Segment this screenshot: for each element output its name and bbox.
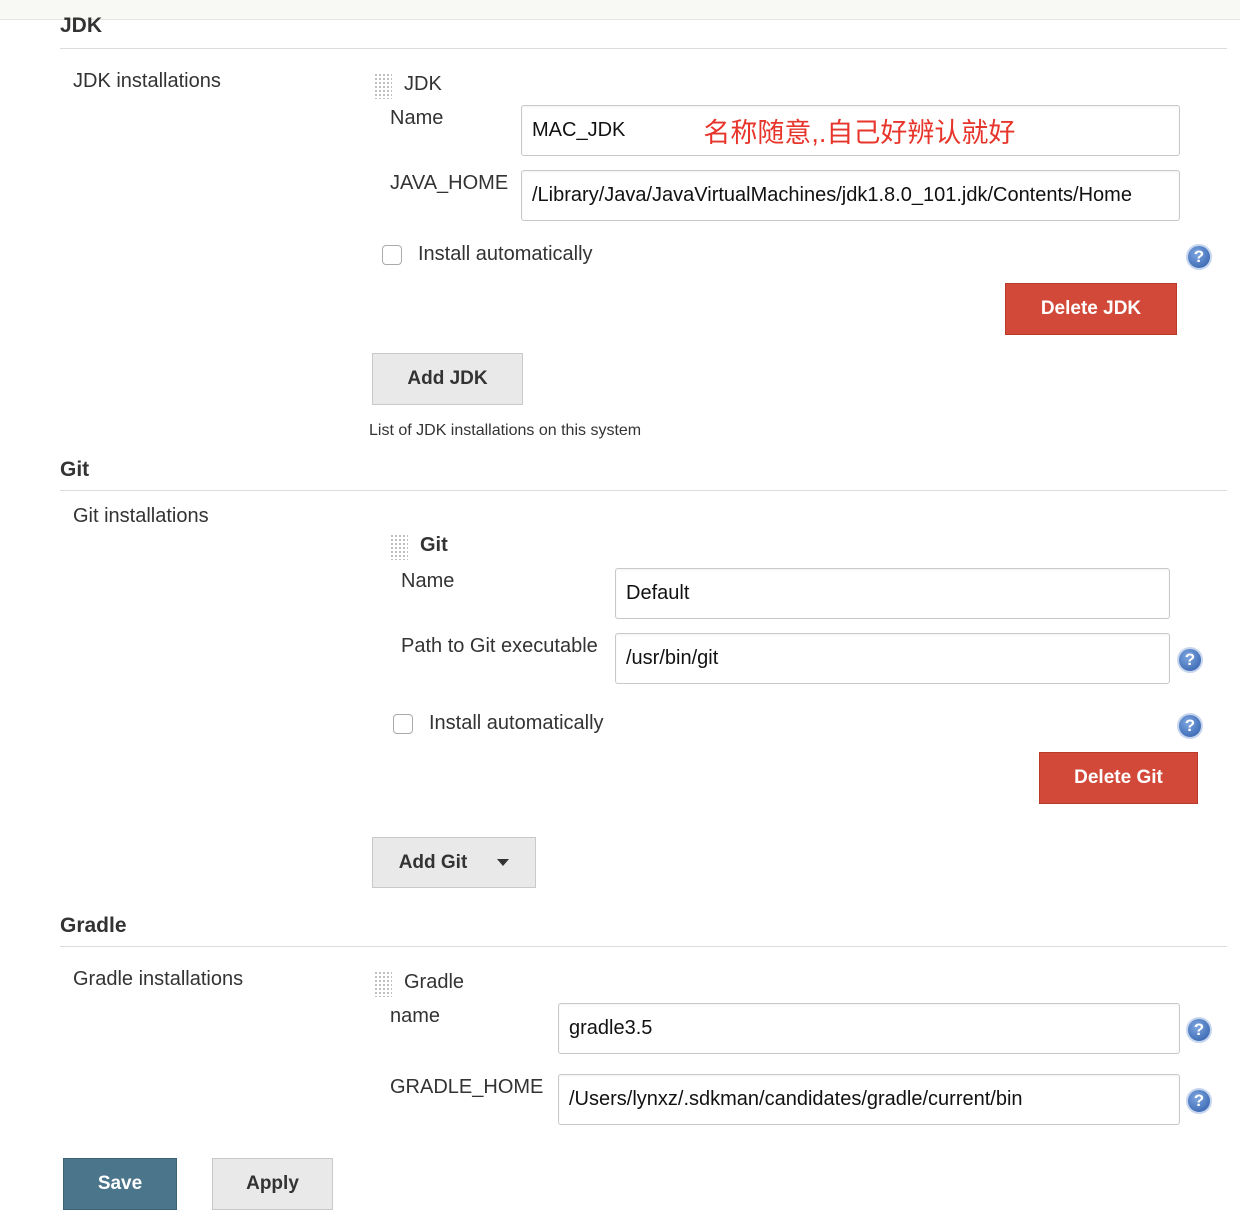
add-jdk-button[interactable]: Add JDK xyxy=(372,353,523,405)
git-name-label: Name xyxy=(401,570,455,592)
drag-handle-icon[interactable] xyxy=(374,73,392,99)
gradle-item-header: Gradle xyxy=(404,971,465,993)
jdk-name-annotation: 名称随意,.自己好辨认就好 xyxy=(703,118,1016,148)
jdk-install-automatically-label: Install automatically xyxy=(418,243,593,265)
jdk-installations-label: JDK installations xyxy=(73,70,221,92)
jdk-name-label: Name xyxy=(390,107,444,129)
git-installations-label: Git installations xyxy=(73,505,209,527)
divider xyxy=(60,490,1227,491)
save-button[interactable]: Save xyxy=(63,1158,177,1210)
help-icon[interactable]: ? xyxy=(1177,713,1203,739)
gradle-name-label: name xyxy=(390,1005,441,1027)
gradle-home-input[interactable]: /Users/lynxz/.sdkman/candidates/gradle/c… xyxy=(558,1074,1180,1125)
top-bar xyxy=(0,0,1240,20)
jdk-install-automatically-checkbox[interactable] xyxy=(382,245,402,265)
gradle-installations-label: Gradle installations xyxy=(73,968,244,990)
jdk-item-header: JDK xyxy=(404,73,442,95)
git-section-title: Git xyxy=(60,458,90,481)
git-install-automatically-label: Install automatically xyxy=(429,712,604,734)
gradle-name-input[interactable]: gradle3.5 xyxy=(558,1003,1180,1054)
java-home-value: /Library/Java/JavaVirtualMachines/jdk1.8… xyxy=(532,184,1132,206)
help-icon[interactable]: ? xyxy=(1177,647,1203,673)
git-path-label: Path to Git executable xyxy=(401,635,598,657)
git-path-value: /usr/bin/git xyxy=(626,647,719,669)
jdk-name-value: MAC_JDK xyxy=(532,119,626,141)
git-install-automatically-checkbox[interactable] xyxy=(393,714,413,734)
add-git-button[interactable]: Add Git xyxy=(372,837,536,888)
delete-jdk-button[interactable]: Delete JDK xyxy=(1005,283,1177,335)
divider xyxy=(60,946,1227,947)
java-home-input[interactable]: /Library/Java/JavaVirtualMachines/jdk1.8… xyxy=(521,170,1180,221)
help-icon[interactable]: ? xyxy=(1186,244,1212,270)
java-home-label: JAVA_HOME xyxy=(390,172,509,194)
drag-handle-icon[interactable] xyxy=(374,971,392,997)
gradle-name-value: gradle3.5 xyxy=(569,1017,653,1039)
gradle-home-label: GRADLE_HOME xyxy=(390,1076,544,1098)
apply-button[interactable]: Apply xyxy=(212,1158,333,1210)
add-git-label: Add Git xyxy=(398,851,468,873)
delete-git-button[interactable]: Delete Git xyxy=(1039,752,1198,804)
jdk-section-title: JDK xyxy=(60,14,103,37)
help-icon[interactable]: ? xyxy=(1186,1088,1212,1114)
caret-down-icon xyxy=(497,859,510,866)
gradle-home-value: /Users/lynxz/.sdkman/candidates/gradle/c… xyxy=(569,1088,1023,1110)
git-path-input[interactable]: /usr/bin/git xyxy=(615,633,1170,684)
git-name-value: Default xyxy=(626,582,690,604)
drag-handle-icon[interactable] xyxy=(390,534,408,560)
jdk-description: List of JDK installations on this system xyxy=(369,422,642,439)
divider xyxy=(60,48,1227,49)
gradle-section-title: Gradle xyxy=(60,914,127,937)
git-name-input[interactable]: Default xyxy=(615,568,1170,619)
jdk-name-input[interactable]: MAC_JDK 名称随意,.自己好辨认就好 xyxy=(521,105,1180,156)
help-icon[interactable]: ? xyxy=(1186,1017,1212,1043)
git-item-header: Git xyxy=(420,534,448,556)
